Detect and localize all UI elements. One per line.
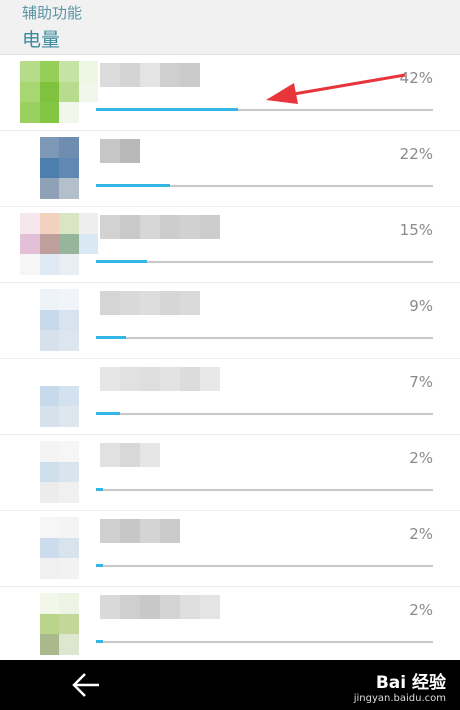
usage-bar bbox=[96, 108, 433, 111]
annotation-arrow-icon bbox=[266, 73, 406, 104]
back-arrow-icon[interactable] bbox=[70, 672, 102, 698]
usage-bar-fill bbox=[96, 260, 147, 263]
app-usage-row[interactable]: 22% bbox=[0, 131, 460, 207]
app-icon bbox=[20, 213, 98, 275]
usage-bar-fill bbox=[96, 488, 103, 491]
usage-bar bbox=[96, 260, 433, 263]
watermark-main: Bai 经验 bbox=[375, 673, 446, 693]
usage-bar bbox=[96, 640, 433, 643]
action-bar: 辅助功能 电量 bbox=[0, 0, 460, 55]
app-icon bbox=[20, 517, 98, 579]
app-name-blurred bbox=[100, 215, 220, 239]
app-icon bbox=[20, 441, 98, 503]
usage-bar-fill bbox=[96, 108, 238, 111]
usage-percent: 15% bbox=[399, 221, 433, 239]
app-icon bbox=[20, 365, 98, 427]
app-usage-row[interactable]: 9% bbox=[0, 283, 460, 359]
navigation-bar: Bai 经验 jingyan.baidu.com bbox=[0, 660, 460, 710]
usage-bar-fill bbox=[96, 412, 120, 415]
app-icon bbox=[20, 593, 98, 655]
app-icon bbox=[20, 289, 98, 351]
watermark-url: jingyan.baidu.com bbox=[353, 693, 446, 704]
usage-percent: 2% bbox=[409, 525, 433, 543]
app-usage-row[interactable]: 7% bbox=[0, 359, 460, 435]
usage-percent: 7% bbox=[409, 373, 433, 391]
usage-bar bbox=[96, 488, 433, 491]
usage-bar bbox=[96, 336, 433, 339]
app-name-blurred bbox=[100, 291, 200, 315]
battery-usage-list: 42% 22% 15% 9% 7% 2% 2% 2% bbox=[0, 55, 460, 663]
usage-bar bbox=[96, 564, 433, 567]
usage-percent: 9% bbox=[409, 297, 433, 315]
usage-bar-fill bbox=[96, 640, 103, 643]
usage-bar bbox=[96, 184, 433, 187]
usage-bar-fill bbox=[96, 336, 127, 339]
app-usage-row[interactable]: 2% bbox=[0, 587, 460, 663]
usage-percent: 2% bbox=[409, 601, 433, 619]
app-usage-row[interactable]: 2% bbox=[0, 511, 460, 587]
app-icon bbox=[20, 137, 98, 199]
app-usage-row[interactable]: 15% bbox=[0, 207, 460, 283]
breadcrumb[interactable]: 辅助功能 bbox=[22, 2, 82, 23]
app-name-blurred bbox=[100, 519, 180, 543]
usage-bar-fill bbox=[96, 184, 171, 187]
usage-bar bbox=[96, 412, 433, 415]
app-name-blurred bbox=[100, 367, 220, 391]
app-name-blurred bbox=[100, 63, 200, 87]
app-name-blurred bbox=[100, 139, 140, 163]
usage-percent: 2% bbox=[409, 449, 433, 467]
app-name-blurred bbox=[100, 443, 160, 467]
watermark: Bai 经验 jingyan.baidu.com bbox=[354, 668, 446, 704]
app-name-blurred bbox=[100, 595, 220, 619]
app-icon bbox=[20, 61, 98, 123]
usage-percent: 22% bbox=[399, 145, 433, 163]
usage-bar-fill bbox=[96, 564, 103, 567]
page-title: 电量 bbox=[22, 29, 61, 51]
app-usage-row[interactable]: 2% bbox=[0, 435, 460, 511]
